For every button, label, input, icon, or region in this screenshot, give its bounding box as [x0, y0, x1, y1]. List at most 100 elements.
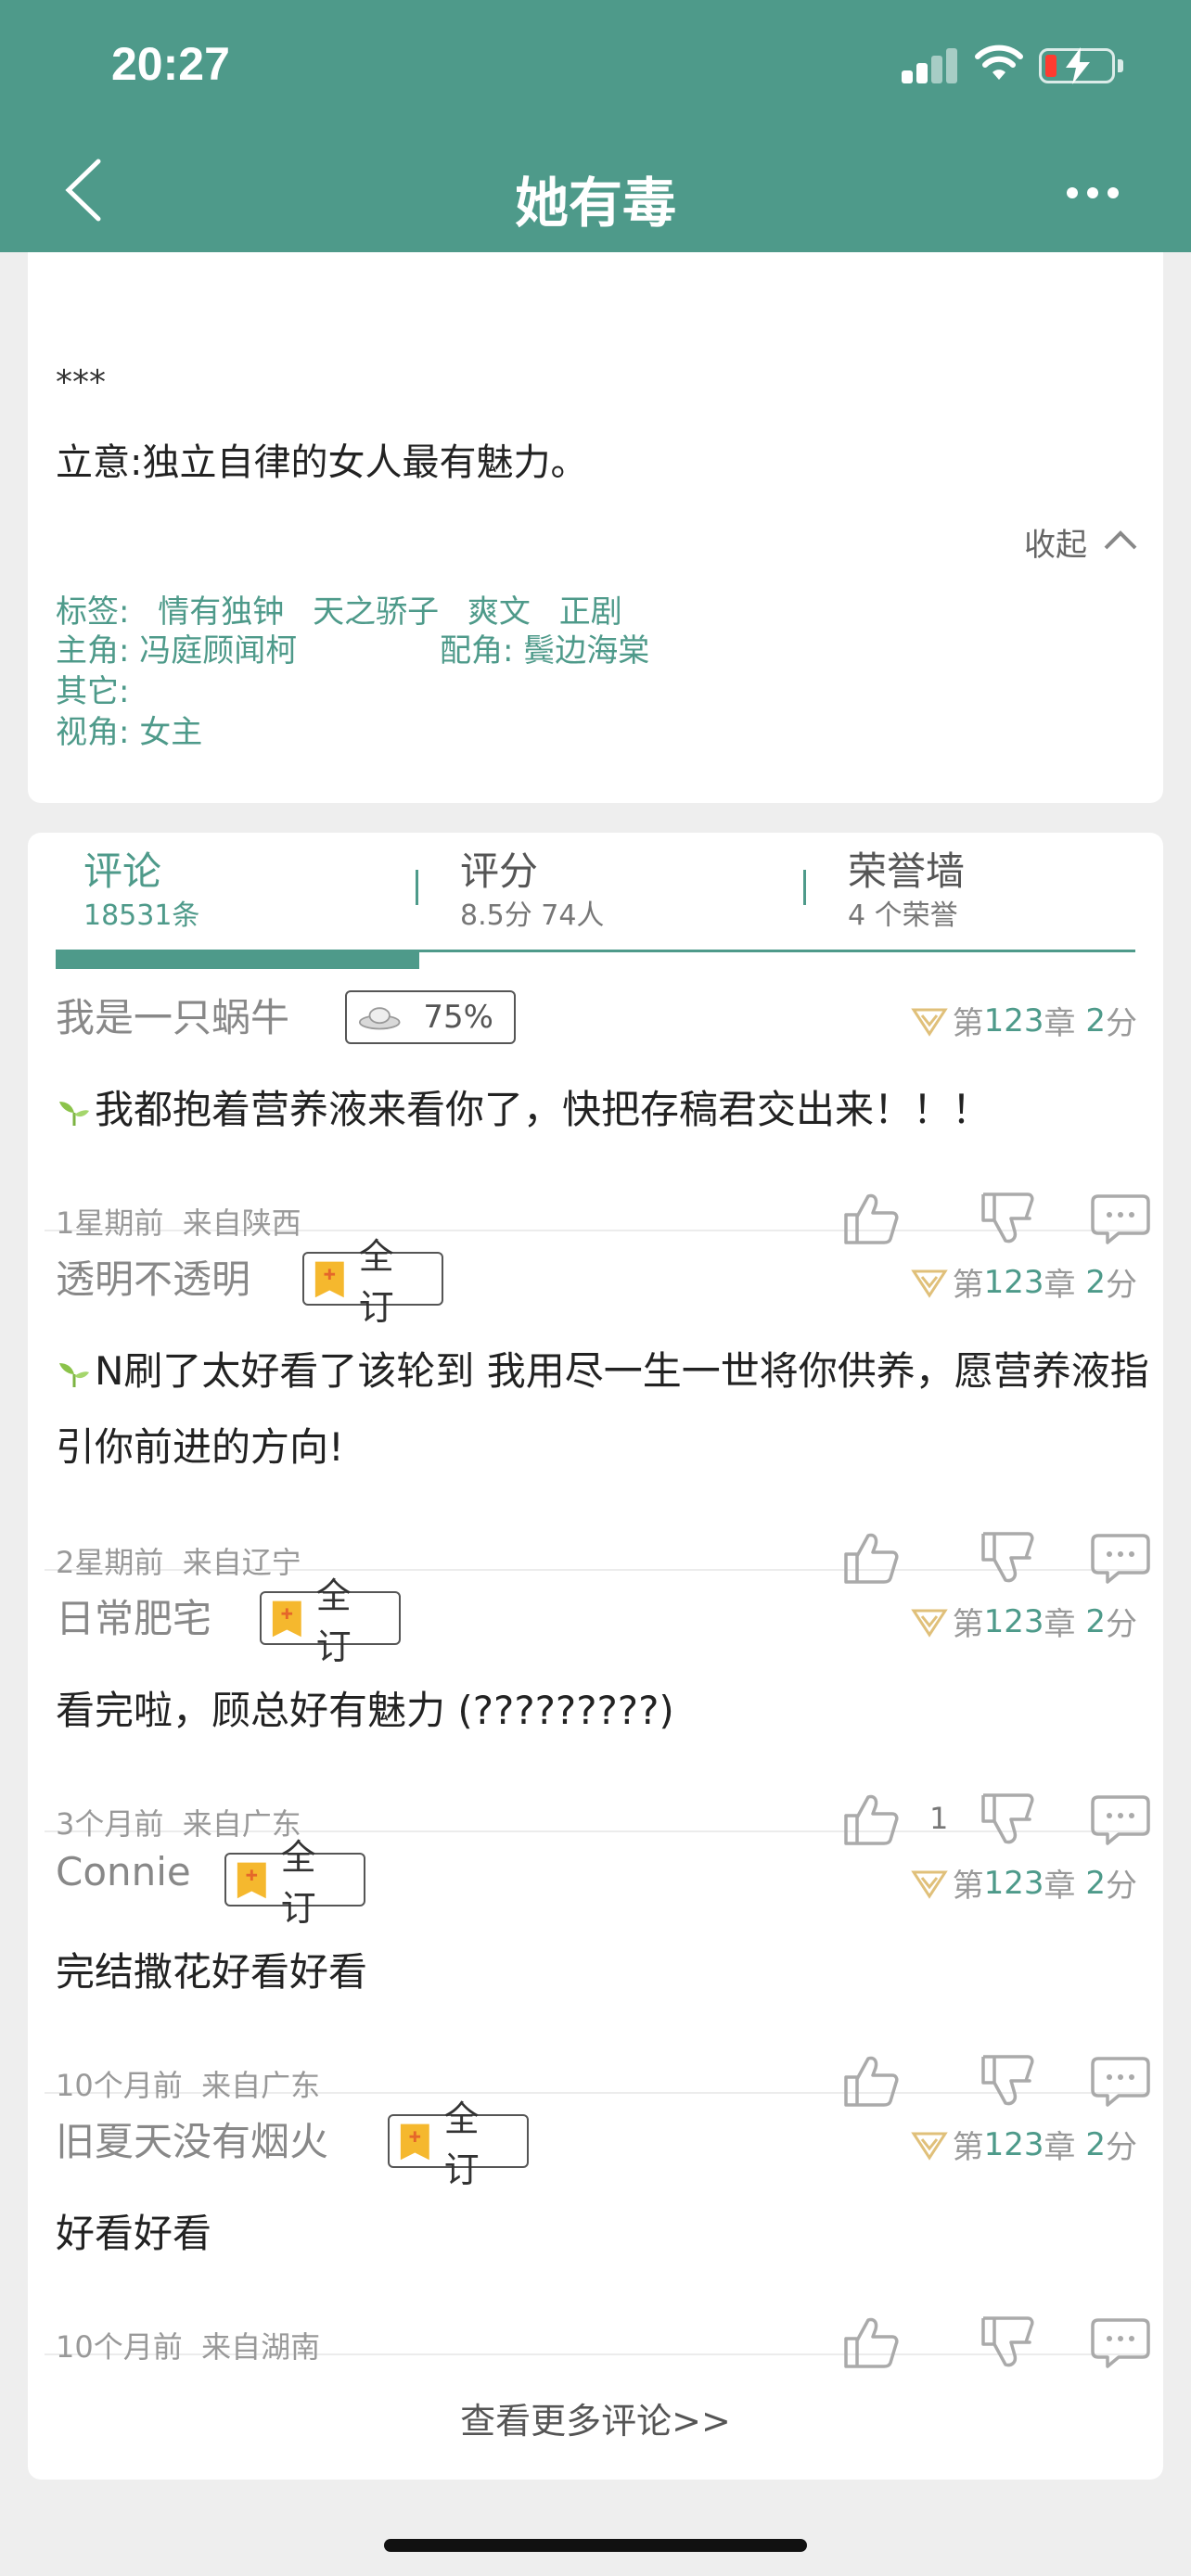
comment-item: 透明不透明 全订 第 123 章 2分 N刷了太好看了该轮到 我用尽一生一世将你供养… [45, 1231, 1150, 1584]
more-comments-link[interactable]: 查看更多评论>> [0, 2392, 1191, 2443]
tab-sub: 8.5分 74人 [460, 899, 605, 932]
chapter-prefix: 第 [952, 1606, 984, 1643]
more-icon[interactable] [1067, 182, 1122, 204]
comment-meta: 10个月前 来自湖南 [56, 2324, 320, 2366]
comment-username[interactable]: 透明不透明 [56, 1248, 250, 1305]
other-row: 其它: [56, 666, 129, 711]
comment-body: 我都抱着营养液来看你了，快把存稿君交出来！！！ [95, 1087, 992, 1132]
ingot-icon [358, 1007, 401, 1030]
comment-username[interactable]: 我是一只蜗牛 [56, 987, 289, 1043]
divider-text: *** [56, 363, 106, 402]
chapter-prefix: 第 [952, 1868, 984, 1905]
diamond-icon [910, 2132, 948, 2161]
comment-item: 我是一只蜗牛 75% 第 123 章 2分 我都抱着营养液来看你了，快把存稿君交出来… [45, 970, 1150, 1244]
tab-label: 评论 [83, 848, 162, 894]
score-unit: 分 [1106, 1606, 1137, 1643]
comment-item: 日常肥宅 全订 第 123 章 2分 看完啦，顾总好有魅力 (?????????) … [45, 1571, 1150, 1845]
other-label: 其它: [56, 673, 130, 710]
status-time: 20:27 [111, 38, 230, 90]
comment-item: 旧夏天没有烟火 全订 第 123 章 2分 好看好看 10个月前 来自湖南 [45, 2094, 1150, 2368]
subscribed-label: 全订 [358, 1236, 394, 1328]
subscribed-badge: 全订 [260, 1575, 401, 1667]
subscribe-icon [400, 2123, 429, 2161]
signal-icon [902, 48, 959, 83]
chapter-mid: 章 [1044, 1267, 1076, 1304]
chapter-mid: 章 [1044, 1868, 1076, 1905]
comment-body: N刷了太好看了该轮到 我用尽一生一世将你供养，愿营养液指引你前进的方向! [56, 1348, 1149, 1470]
score-value: 2 [1085, 1602, 1106, 1640]
diamond-icon [910, 1609, 948, 1638]
pov-label: 视角: [56, 714, 130, 751]
comment-text[interactable]: 我都抱着营养液来看你了，快把存稿君交出来！！！ [56, 1072, 1150, 1148]
subscribe-icon [237, 1862, 266, 1899]
tab-honor-wall[interactable]: 荣誉墙 4 个荣誉 [848, 846, 965, 935]
score-unit: 分 [1106, 2129, 1137, 2166]
subscribed-label: 全订 [315, 1575, 352, 1667]
comment-body: 好看好看 [56, 2211, 212, 2256]
subscribed-label: 全订 [443, 2098, 480, 2190]
thumbs-up-icon[interactable] [840, 2315, 900, 2370]
subscribed-label: 全订 [280, 1837, 316, 1929]
pov-value: 女主 [139, 714, 203, 751]
lead-value: 冯庭顾闻柯 [139, 632, 298, 670]
chapter-prefix: 第 [952, 1005, 984, 1042]
theme-text: 立意:独立自律的女人最有魅力。 [56, 441, 588, 484]
app-header: 20:27 她有毒 [0, 0, 1191, 252]
tab-comments[interactable]: 评论 18531条 [83, 846, 199, 935]
sprout-icon [59, 1362, 89, 1387]
support-row: 配角: 鬓边海棠 [440, 625, 649, 670]
chapter-number: 123 [983, 2125, 1044, 2163]
tab-separator [803, 870, 806, 905]
chapter-number: 123 [983, 1602, 1044, 1640]
chevron-up-icon[interactable] [1102, 526, 1139, 554]
comment-text[interactable]: 好看好看 [56, 2196, 1150, 2272]
comment-username[interactable]: 旧夏天没有烟火 [56, 2111, 328, 2167]
chapter-info: 第 123 章 2分 [910, 1599, 1137, 1644]
tab-separator [416, 870, 418, 905]
subscribe-icon [314, 1261, 344, 1298]
comment-time: 10个月前 [56, 2329, 183, 2365]
chapter-info: 第 123 章 2分 [910, 998, 1137, 1043]
subscribed-badge: 全订 [388, 2098, 529, 2190]
chapter-prefix: 第 [952, 2129, 984, 2166]
page-title: 她有毒 [514, 172, 676, 235]
score-value: 2 [1085, 1864, 1106, 1902]
comment-text[interactable]: 完结撒花好看好看 [56, 1934, 1150, 2010]
pov-row: 视角: 女主 [56, 707, 202, 752]
collapse-button[interactable]: 收起 [1024, 519, 1087, 565]
fan-level-value: 75% [423, 999, 493, 1036]
chapter-number: 123 [983, 1263, 1044, 1301]
diamond-icon [910, 1269, 948, 1298]
tag-item[interactable]: 天之骄子 [313, 586, 439, 631]
chapter-info: 第 123 章 2分 [910, 1259, 1137, 1305]
tab-active-indicator [56, 952, 419, 969]
chapter-mid: 章 [1044, 1005, 1076, 1042]
sprout-icon [59, 1101, 89, 1126]
diamond-icon [910, 1870, 948, 1899]
score-unit: 分 [1106, 1005, 1137, 1042]
subscribed-badge: 全订 [224, 1837, 365, 1929]
reply-icon[interactable] [1091, 2315, 1150, 2370]
comment-body: 完结撒花好看好看 [56, 1949, 368, 1995]
chapter-info: 第 123 章 2分 [910, 1860, 1137, 1906]
battery-icon [1039, 47, 1115, 84]
chapter-number: 123 [983, 1864, 1044, 1902]
fan-level-badge: 75% [345, 990, 516, 1044]
score-value: 2 [1085, 1263, 1106, 1301]
comment-username[interactable]: Connie [56, 1849, 191, 1894]
comment-text[interactable]: N刷了太好看了该轮到 我用尽一生一世将你供养，愿营养液指引你前进的方向! [56, 1333, 1150, 1486]
chapter-number: 123 [983, 1001, 1044, 1039]
comment-username[interactable]: 日常肥宅 [56, 1588, 211, 1644]
lead-label: 主角: [56, 632, 130, 670]
comment-item: Connie 全订 第 123 章 2分 完结撒花好看好看 10个月前 来自广东 [45, 1832, 1150, 2107]
chapter-info: 第 123 章 2分 [910, 2122, 1137, 2167]
subscribed-badge: 全订 [302, 1236, 443, 1328]
chapter-mid: 章 [1044, 1606, 1076, 1643]
diamond-icon [910, 1008, 948, 1037]
tab-rating[interactable]: 评分 8.5分 74人 [460, 846, 604, 935]
thumbs-down-icon[interactable] [978, 2315, 1037, 2370]
wifi-icon [975, 45, 1023, 80]
chapter-prefix: 第 [952, 1267, 984, 1304]
comment-text[interactable]: 看完啦，顾总好有魅力 (?????????) [56, 1673, 1150, 1749]
comment-body: 看完啦，顾总好有魅力 (?????????) [56, 1688, 674, 1733]
